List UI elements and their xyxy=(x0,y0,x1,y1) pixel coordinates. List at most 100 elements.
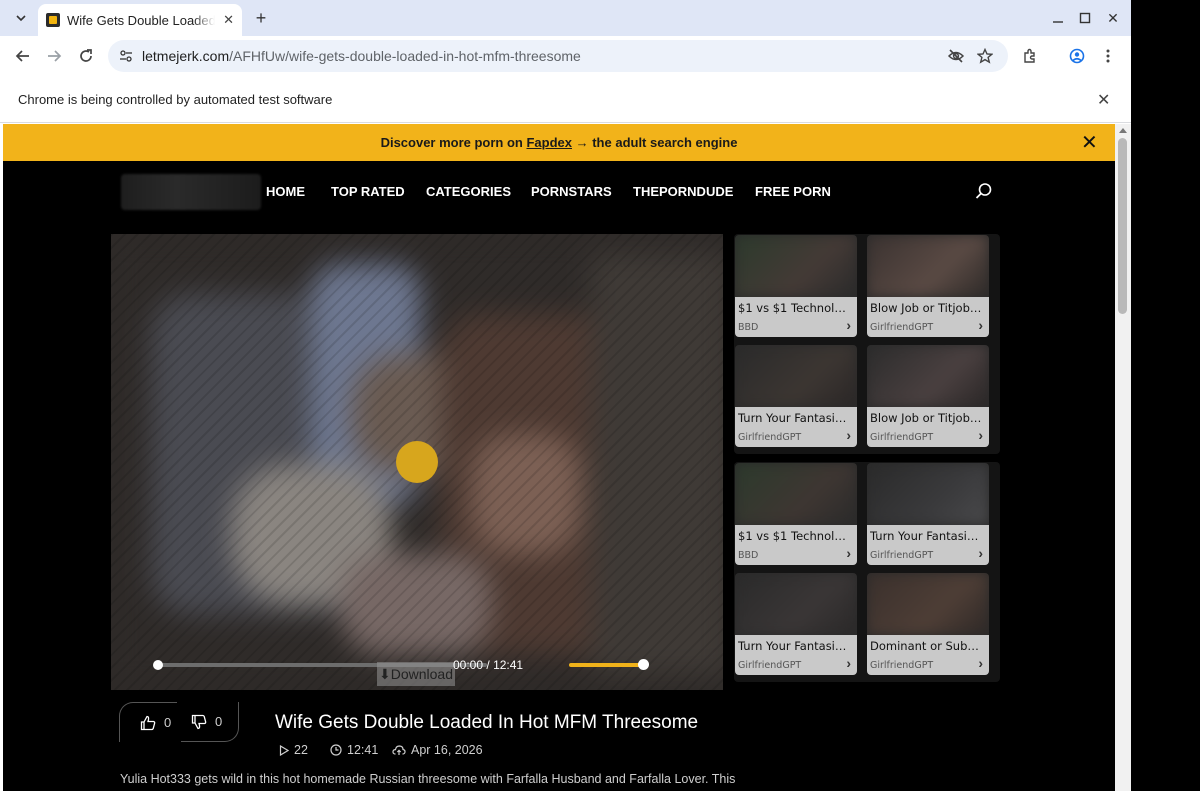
promo-text-before: Discover more porn on xyxy=(380,135,527,150)
scroll-up-arrow-icon[interactable] xyxy=(1119,128,1127,133)
search-icon[interactable] xyxy=(975,182,993,200)
browser-toolbar: letmejerk.com/AFHfUw/wife-gets-double-lo… xyxy=(0,36,1131,76)
volume-bar[interactable] xyxy=(569,663,643,667)
chevron-right-icon: › xyxy=(978,317,983,333)
download-button[interactable]: ⬇Download xyxy=(377,662,455,686)
promo-close-icon[interactable]: ✕ xyxy=(1081,130,1098,155)
ad-source: GirlfriendGPT xyxy=(738,432,802,443)
video-player[interactable]: ⬇Download 00:00 / 12:41 xyxy=(111,234,723,690)
ad-source: GirlfriendGPT xyxy=(870,432,934,443)
current-time: 00:00 xyxy=(453,658,484,672)
promo-text: Discover more porn on Fapdex → the adult… xyxy=(3,135,1115,150)
profile-icon[interactable] xyxy=(1066,45,1088,67)
tab-close-icon[interactable]: ✕ xyxy=(223,12,234,28)
tab-title: Wife Gets Double Loaded In Hot MFM Three… xyxy=(67,12,215,28)
minimize-icon[interactable] xyxy=(1047,8,1069,28)
ad-thumbnail xyxy=(735,573,857,635)
ad-title: $1 vs $1 Technology xyxy=(738,529,850,543)
page-scrollbar[interactable] xyxy=(1115,124,1131,791)
url-text[interactable]: letmejerk.com/AFHfUw/wife-gets-double-lo… xyxy=(142,48,581,64)
automation-infobar: Chrome is being controlled by automated … xyxy=(0,76,1131,123)
volume-handle[interactable] xyxy=(638,659,649,670)
ad-tile[interactable]: Blow Job or Titjob, What's your pick? Gir… xyxy=(867,235,989,337)
bookmark-star-icon[interactable] xyxy=(976,47,994,65)
eye-off-icon[interactable] xyxy=(947,47,965,65)
like-button[interactable]: 0 xyxy=(119,702,177,742)
ad-tile[interactable]: $1 vs $1 Technology BBD › xyxy=(735,235,857,337)
scrollbar-thumb[interactable] xyxy=(1118,138,1127,314)
url-path: /AFHfUw/wife-gets-double-loaded-in-hot-m… xyxy=(229,48,581,64)
address-bar[interactable]: letmejerk.com/AFHfUw/wife-gets-double-lo… xyxy=(108,40,1008,72)
like-count: 0 xyxy=(164,715,172,730)
nav-categories[interactable]: CATEGORIES xyxy=(426,184,511,199)
back-icon[interactable] xyxy=(12,45,34,67)
video-title: Wife Gets Double Loaded In Hot MFM Three… xyxy=(275,712,699,733)
ad-tile[interactable]: $1 vs $1 Technology BBD › xyxy=(735,463,857,565)
extensions-icon[interactable] xyxy=(1019,45,1041,67)
ad-source: GirlfriendGPT xyxy=(738,660,802,671)
tab-search-button[interactable] xyxy=(8,6,34,30)
active-tab[interactable]: Wife Gets Double Loaded In Hot MFM Three… xyxy=(38,4,242,36)
video-description: Yulia Hot333 gets wild in this hot homem… xyxy=(120,772,736,786)
ad-caption: Dominant or Submissive? GirlfriendGPT › xyxy=(867,635,989,675)
ad-tile[interactable]: Turn Your Fantasies into Reality Girlfrie… xyxy=(867,463,989,565)
ad-tile[interactable]: Turn Your Fantasies into Reality Girlfrie… xyxy=(735,573,857,675)
nav-home[interactable]: HOME xyxy=(266,184,305,199)
infobar-text: Chrome is being controlled by automated … xyxy=(18,92,333,107)
chevron-right-icon: › xyxy=(846,317,851,333)
ad-caption: Blow Job or Titjob, What's your pick? Gir… xyxy=(867,297,989,337)
nav-theporndude[interactable]: THEPORNDUDE xyxy=(633,184,733,199)
view-count: 22 xyxy=(294,743,308,757)
tab-strip: Wife Gets Double Loaded In Hot MFM Three… xyxy=(0,0,1131,36)
reload-icon[interactable] xyxy=(75,45,97,67)
ad-title: Blow Job or Titjob, What's your pick? xyxy=(870,411,982,425)
url-host: letmejerk.com xyxy=(142,48,230,64)
ad-tile[interactable]: Dominant or Submissive? GirlfriendGPT › xyxy=(867,573,989,675)
chevron-right-icon: › xyxy=(846,427,851,443)
seek-handle[interactable] xyxy=(153,660,163,670)
ad-thumbnail xyxy=(867,345,989,407)
promo-banner: Discover more porn on Fapdex → the adult… xyxy=(3,124,1115,161)
nav-top-rated[interactable]: TOP RATED xyxy=(331,184,405,199)
ad-title: Turn Your Fantasies into Reality xyxy=(738,639,850,653)
ad-title: Dominant or Submissive? xyxy=(870,639,982,653)
ad-caption: Blow Job or Titjob, What's your pick? Gir… xyxy=(867,407,989,447)
ad-tile[interactable]: Blow Job or Titjob, What's your pick? Gir… xyxy=(867,345,989,447)
ad-caption: $1 vs $1 Technology BBD › xyxy=(735,525,857,565)
maximize-icon[interactable] xyxy=(1074,8,1096,28)
ad-block-top: $1 vs $1 Technology BBD › Blow Job or Titj… xyxy=(734,234,1000,454)
ad-caption: Turn Your Fantasies into Reality Girlfrie… xyxy=(867,525,989,565)
ad-title: $1 vs $1 Technology xyxy=(738,301,850,315)
chevron-right-icon: › xyxy=(978,427,983,443)
forward-icon[interactable] xyxy=(43,45,65,67)
new-tab-button[interactable]: + xyxy=(250,7,272,29)
play-icon xyxy=(279,744,289,756)
dislike-button[interactable]: 0 xyxy=(181,702,239,742)
menu-kebab-icon[interactable] xyxy=(1097,45,1119,67)
chevron-right-icon: › xyxy=(846,655,851,671)
promo-link[interactable]: Fapdex xyxy=(526,135,572,150)
play-button[interactable] xyxy=(396,441,438,483)
chevron-down-icon xyxy=(16,15,26,22)
ad-thumbnail xyxy=(867,463,989,525)
ad-source: GirlfriendGPT xyxy=(870,660,934,671)
ad-title: Turn Your Fantasies into Reality xyxy=(870,529,982,543)
site-logo[interactable] xyxy=(121,174,261,210)
nav-pornstars[interactable]: PORNSTARS xyxy=(531,184,612,199)
ad-thumbnail xyxy=(867,235,989,297)
views-meta: 22 xyxy=(279,743,308,757)
window-close-icon[interactable]: ✕ xyxy=(1102,8,1124,28)
date-meta: Apr 16, 2026 xyxy=(392,743,483,757)
ad-thumbnail xyxy=(867,573,989,635)
infobar-close-icon[interactable]: ✕ xyxy=(1097,90,1110,110)
ad-thumbnail xyxy=(735,235,857,297)
total-duration: 12:41 xyxy=(493,658,524,672)
ad-block-bottom: $1 vs $1 Technology BBD › Turn Your Fantas… xyxy=(734,462,1000,682)
ad-caption: Turn Your Fantasies into Reality Girlfrie… xyxy=(735,407,857,447)
ad-thumbnail xyxy=(735,463,857,525)
site-info-icon[interactable] xyxy=(118,48,134,64)
ad-tile[interactable]: Turn Your Fantasies into Reality Girlfrie… xyxy=(735,345,857,447)
nav-free-porn[interactable]: FREE PORN xyxy=(755,184,831,199)
promo-text-after: → the adult search engine xyxy=(572,135,738,150)
ad-caption: $1 vs $1 Technology BBD › xyxy=(735,297,857,337)
